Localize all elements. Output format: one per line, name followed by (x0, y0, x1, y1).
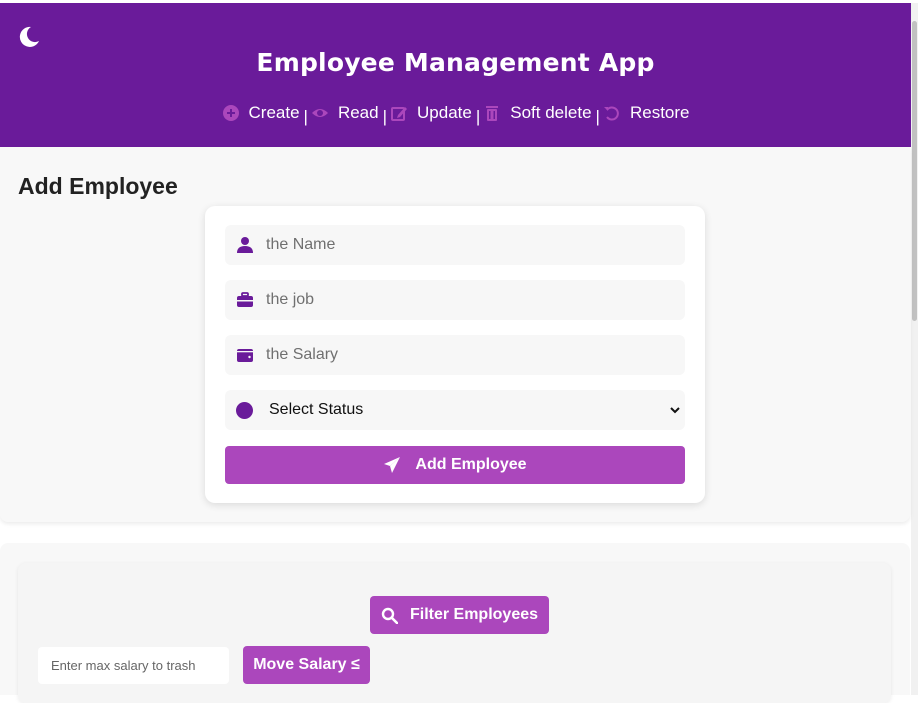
name-input[interactable] (266, 236, 685, 254)
nav-create-label: Create (248, 103, 300, 122)
filter-section: Filter Employees Move Salary ≤ (0, 543, 910, 703)
undo-icon (603, 106, 619, 121)
nav-restore[interactable]: Restore (603, 103, 690, 123)
nav-read-label: Read (337, 103, 379, 122)
add-employee-form: Select Status Add Employee (205, 206, 705, 503)
nav-separator: | (595, 107, 600, 126)
search-icon (381, 607, 398, 624)
moon-icon[interactable] (17, 25, 41, 49)
eye-icon (311, 109, 328, 117)
scrollbar-track[interactable] (911, 3, 918, 695)
nav-read[interactable]: Read (311, 103, 379, 123)
trash-icon (486, 106, 499, 121)
add-employee-label: Add Employee (415, 456, 527, 473)
name-field[interactable] (225, 225, 685, 265)
nav-soft-delete-label: Soft delete (510, 103, 592, 122)
nav-soft-delete[interactable]: Soft delete (483, 103, 592, 123)
filter-card: Filter Employees Move Salary ≤ (18, 563, 891, 703)
nav-separator: | (303, 107, 308, 126)
add-employee-heading: Add Employee (18, 173, 178, 199)
add-employee-button[interactable]: Add Employee (225, 446, 685, 484)
max-salary-input[interactable] (49, 657, 229, 674)
app-header: Employee Management App Create | Read | … (0, 3, 911, 147)
nav-separator: | (382, 107, 388, 126)
status-select[interactable]: Select Status (225, 390, 685, 430)
status-dot-icon (236, 401, 253, 419)
scrollbar-thumb[interactable] (912, 21, 917, 321)
briefcase-icon (237, 292, 253, 307)
add-employee-section: Add Employee S (0, 147, 910, 522)
nav-separator: | (475, 107, 481, 126)
nav-create[interactable]: Create (222, 103, 300, 123)
salary-field[interactable] (225, 335, 685, 375)
job-input[interactable] (266, 291, 685, 309)
filter-employees-button[interactable]: Filter Employees (370, 596, 549, 634)
max-salary-field[interactable] (38, 647, 229, 684)
user-icon (237, 237, 253, 253)
move-salary-button[interactable]: Move Salary ≤ (243, 646, 370, 684)
nav-update-label: Update (417, 103, 472, 122)
nav-update[interactable]: Update (390, 103, 472, 123)
wallet-icon (237, 349, 253, 362)
status-select-value: Select Status (269, 401, 364, 418)
filter-employees-label: Filter Employees (409, 606, 539, 623)
chevron-down-icon (670, 407, 680, 414)
main-nav: Create | Read | Update | Soft delete | R… (0, 103, 911, 127)
edit-icon (391, 107, 408, 121)
plus-circle-icon (222, 105, 239, 121)
app-title: Employee Management App (256, 48, 655, 77)
move-salary-label: Move Salary ≤ (253, 656, 360, 673)
salary-input[interactable] (266, 346, 685, 364)
paper-plane-icon (384, 457, 401, 473)
job-field[interactable] (225, 280, 685, 320)
nav-restore-label: Restore (629, 103, 690, 122)
